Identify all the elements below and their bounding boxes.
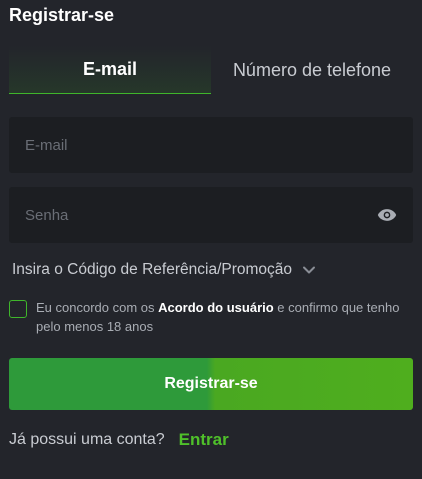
- page-title: Registrar-se: [9, 5, 115, 25]
- chevron-down-icon: [303, 266, 316, 274]
- user-agreement-link[interactable]: Acordo do usuário: [158, 300, 274, 315]
- referral-code-label: Insira o Código de Referência/Promoção: [12, 261, 293, 278]
- password-input[interactable]: [9, 187, 413, 243]
- email-input[interactable]: [9, 117, 413, 173]
- login-prompt: Já possui uma conta? Entrar: [9, 429, 229, 451]
- terms-agreement: Eu concordo com os Acordo do usuário e c…: [9, 298, 413, 336]
- tab-phone[interactable]: Número de telefone: [211, 46, 413, 94]
- terms-text: Eu concordo com os Acordo do usuário e c…: [36, 298, 413, 336]
- register-page: Registrar-se E-mail Número de telefone I…: [0, 0, 422, 479]
- email-field-container: [9, 117, 413, 173]
- terms-prefix: Eu concordo com os: [36, 300, 159, 315]
- register-method-tabs: E-mail Número de telefone: [9, 46, 413, 94]
- terms-checkbox[interactable]: [9, 300, 27, 318]
- password-field-container: [9, 187, 413, 243]
- login-link[interactable]: Entrar: [179, 430, 229, 450]
- have-account-text: Já possui uma conta?: [9, 431, 165, 448]
- tab-email[interactable]: E-mail: [9, 46, 211, 94]
- referral-code-toggle[interactable]: Insira o Código de Referência/Promoção: [12, 259, 316, 281]
- register-button[interactable]: Registrar-se: [9, 358, 413, 410]
- eye-icon[interactable]: [377, 208, 397, 222]
